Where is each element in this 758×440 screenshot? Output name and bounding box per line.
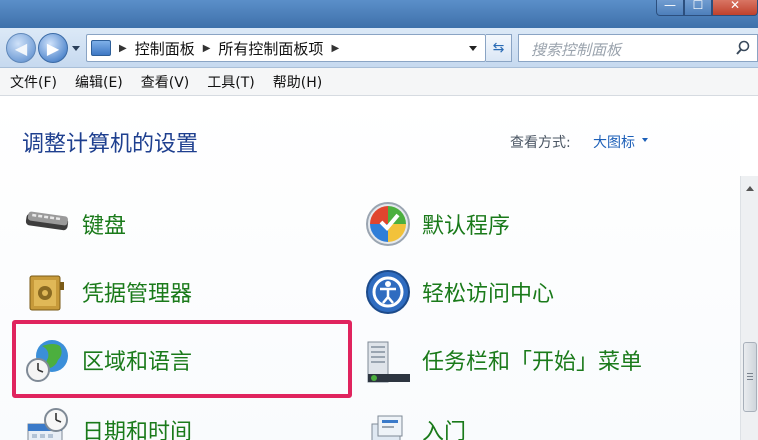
control-panel-icon [91,40,111,56]
taskbar-start-menu-icon [367,341,410,383]
item-default-programs[interactable]: 默认程序 [364,200,510,248]
breadcrumb-control-panel[interactable]: 控制面板 [135,38,195,59]
ease-of-access-icon [366,270,410,314]
item-getting-started[interactable]: 入门 [364,406,466,440]
minimize-button[interactable]: — [656,0,684,16]
forward-arrow-icon: ▶ [46,38,60,58]
grip-line [747,376,753,377]
forward-button[interactable]: ▶ [38,33,68,63]
item-date-time[interactable]: 日期和时间 [24,406,192,440]
search-input[interactable]: 搜索控制面板 [518,34,758,62]
back-arrow-icon: ◀ [14,38,28,58]
refresh-icon: ⇆ [492,40,505,56]
item-taskbar-start-menu[interactable]: 任务栏和「开始」菜单 [364,336,642,384]
chevron-right-icon[interactable]: ▶ [203,43,211,54]
title-bar: — ☐ ✕ [0,0,758,30]
grip-line [747,373,753,374]
keyboard-icon [25,211,69,231]
item-label: 入门 [422,420,467,440]
item-label: 凭据管理器 [82,282,193,307]
chevron-down-icon[interactable] [642,138,648,142]
search-placeholder: 搜索控制面板 [531,41,622,59]
refresh-button[interactable]: ⇆ [486,34,512,62]
item-label: 默认程序 [422,214,511,239]
menu-tools[interactable]: 工具(T) [207,72,254,92]
item-label: 键盘 [82,214,127,239]
menu-edit[interactable]: 编辑(E) [75,72,123,92]
item-label: 任务栏和「开始」菜单 [422,350,643,375]
item-label: 轻松访问中心 [422,282,555,307]
search-icon[interactable] [735,40,751,56]
grip-line [747,379,753,380]
breadcrumb-all-items[interactable]: 所有控制面板项 [218,38,323,59]
page-title: 调整计算机的设置 [22,132,199,157]
item-keyboard[interactable]: 键盘 [24,200,126,248]
menu-file[interactable]: 文件(F) [10,72,57,92]
navigation-bar: ◀ ▶ ▶ 控制面板 ▶ 所有控制面板项 ▶ ⇆ 搜索控制面板 [0,28,758,68]
chevron-right-icon[interactable]: ▶ [331,43,339,54]
menu-help[interactable]: 帮助(H) [273,72,322,92]
vertical-scrollbar[interactable] [740,176,758,440]
menu-view[interactable]: 查看(V) [141,72,190,92]
recent-pages-dropdown[interactable] [72,46,80,51]
item-credential-manager[interactable]: 凭据管理器 [24,268,192,316]
view-by-label: 查看方式: [510,135,571,151]
credential-manager-icon [29,275,64,311]
address-dropdown-icon[interactable] [469,46,477,51]
window-controls: — ☐ ✕ [656,0,758,16]
getting-started-icon [371,415,403,440]
scroll-up-arrow-icon[interactable] [746,186,754,191]
default-programs-icon [366,202,410,246]
view-by-dropdown[interactable]: 大图标 [593,132,635,152]
highlight-box [12,320,352,398]
scroll-thumb[interactable] [743,342,757,412]
menu-bar: 文件(F) 编辑(E) 查看(V) 工具(T) 帮助(H) [0,68,758,96]
close-button[interactable]: ✕ [712,0,758,16]
content-area: 调整计算机的设置 查看方式: 大图标 键盘 凭据管理器 区域和语言 日期和时间 … [0,96,740,440]
item-label: 日期和时间 [82,420,193,440]
address-bar[interactable]: ▶ 控制面板 ▶ 所有控制面板项 ▶ [86,34,486,62]
date-time-icon [27,408,68,440]
chevron-right-icon[interactable]: ▶ [119,43,127,54]
item-ease-of-access[interactable]: 轻松访问中心 [364,268,554,316]
back-button[interactable]: ◀ [6,33,36,63]
maximize-button[interactable]: ☐ [684,0,712,16]
